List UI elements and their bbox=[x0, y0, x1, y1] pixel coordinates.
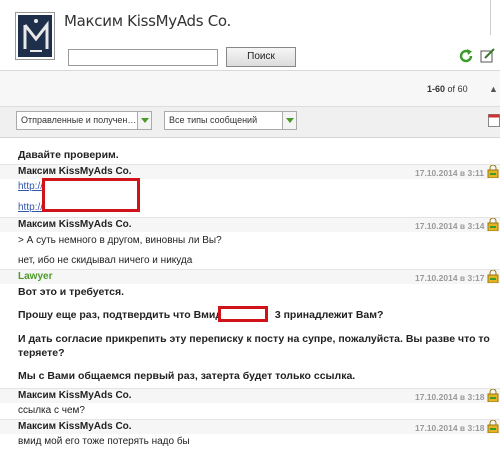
message-type-select[interactable]: Все типы сообщений bbox=[164, 111, 297, 130]
message-header: Максим KissMyAds Co. 17.10.2014 в 3:18 bbox=[0, 388, 500, 403]
pager-bar bbox=[0, 70, 500, 106]
redaction-box bbox=[218, 306, 268, 322]
message-time: 17.10.2014 в 3:17 bbox=[415, 273, 485, 283]
lock-icon bbox=[487, 218, 499, 231]
message-text: Прошу еще раз, подтвердить что Вмид 43 п… bbox=[18, 309, 384, 321]
pager-range: 1-60 of 60 bbox=[427, 84, 468, 94]
message-text: Мы с Вами общаемся первый раз, затерта б… bbox=[18, 370, 356, 382]
message-author[interactable]: Максим KissMyAds Co. bbox=[18, 421, 132, 432]
message-time: 17.10.2014 в 3:11 bbox=[415, 168, 485, 178]
message-header: Максим KissMyAds Co. 17.10.2014 в 3:11 bbox=[0, 164, 500, 179]
message-author[interactable]: Максим KissMyAds Co. bbox=[18, 390, 132, 401]
message-link[interactable]: http:// bbox=[18, 181, 43, 192]
chevron-down-icon[interactable] bbox=[282, 112, 296, 129]
lock-icon bbox=[487, 420, 499, 433]
message-text: ссылка с чем? bbox=[18, 405, 85, 416]
search-button[interactable]: Поиск bbox=[226, 47, 296, 67]
message-author[interactable]: Максим KissMyAds Co. bbox=[18, 219, 132, 230]
message-text: теряете? bbox=[18, 347, 65, 359]
message-header: Максим KissMyAds Co. 17.10.2014 в 3:18 bbox=[0, 419, 500, 434]
refresh-icon[interactable] bbox=[458, 48, 474, 64]
message-time: 17.10.2014 в 3:18 bbox=[415, 423, 485, 433]
company-logo bbox=[15, 12, 55, 60]
lock-icon bbox=[487, 270, 499, 283]
message-time: 17.10.2014 в 3:18 bbox=[415, 392, 485, 402]
new-message-icon[interactable] bbox=[480, 48, 496, 64]
message-header: Lawyer 17.10.2014 в 3:17 bbox=[0, 269, 500, 284]
chevron-down-icon[interactable] bbox=[137, 112, 151, 129]
search-input[interactable] bbox=[68, 49, 218, 66]
message-text: вмид мой его тоже потерять надо бы bbox=[18, 436, 190, 447]
calendar-icon[interactable] bbox=[488, 113, 500, 127]
message-author[interactable]: Максим KissMyAds Co. bbox=[18, 166, 132, 177]
message-text: нет, ибо не скидывал ничего и никуда bbox=[18, 255, 193, 266]
lock-icon bbox=[487, 389, 499, 402]
page-title: Максим KissMyAds Co. bbox=[64, 12, 231, 30]
direction-filter-value: Отправленные и получен… bbox=[21, 115, 137, 125]
redaction-box bbox=[42, 178, 140, 212]
message-list: Давайте проверим. Максим KissMyAds Co. 1… bbox=[0, 140, 500, 450]
message-type-value: Все типы сообщений bbox=[169, 115, 258, 125]
pager-up-arrow[interactable]: ▲ bbox=[489, 84, 498, 94]
message-link[interactable]: http:// bbox=[18, 202, 43, 213]
lock-icon bbox=[487, 165, 499, 178]
message-text: Вот это и требуется. bbox=[18, 286, 125, 298]
message-text: И дать согласие прикрепить эту переписку… bbox=[18, 333, 490, 345]
message-time: 17.10.2014 в 3:14 bbox=[415, 221, 485, 231]
header: Максим KissMyAds Co. Поиск bbox=[0, 0, 500, 70]
message-author[interactable]: Lawyer bbox=[18, 271, 52, 282]
divider bbox=[490, 0, 491, 35]
message-text: Давайте проверим. bbox=[18, 149, 119, 161]
direction-filter-select[interactable]: Отправленные и получен… bbox=[16, 111, 152, 130]
message-quote: > А суть немного в другом, виновны ли Вы… bbox=[18, 235, 222, 246]
message-header: Максим KissMyAds Co. 17.10.2014 в 3:14 bbox=[0, 217, 500, 232]
